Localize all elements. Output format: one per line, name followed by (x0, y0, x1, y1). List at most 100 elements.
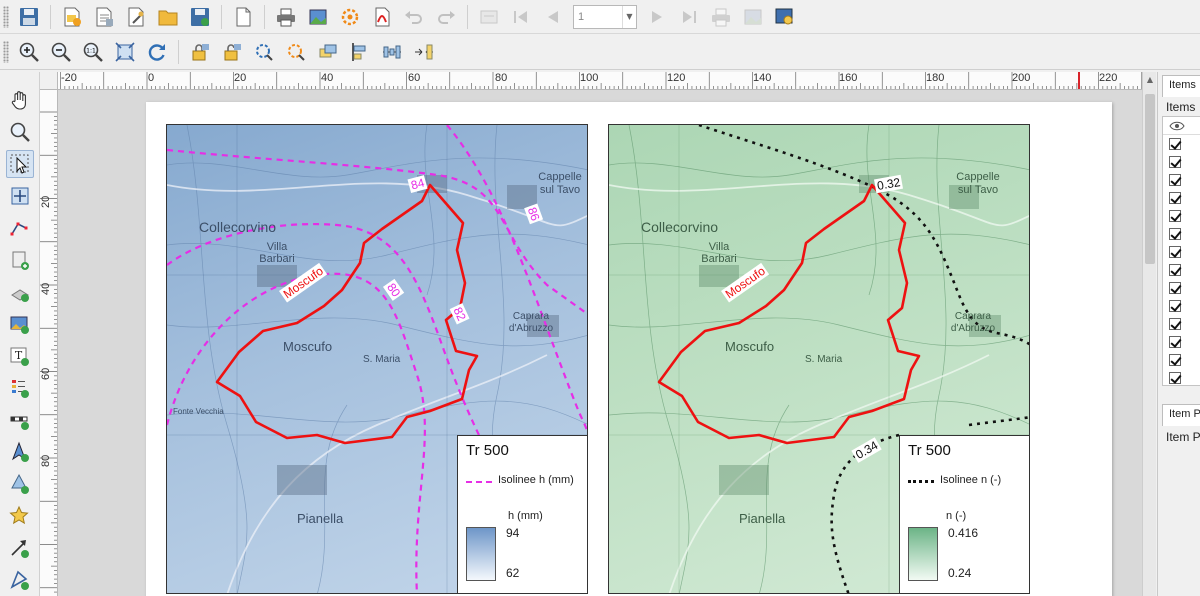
add-marker-tool-button[interactable] (6, 502, 34, 530)
visibility-checkbox[interactable] (1169, 138, 1181, 150)
map-item-rainfall[interactable]: Collecorvino Villa Barbari Moscufo S. Ma… (166, 124, 588, 594)
print-button[interactable] (272, 3, 300, 31)
export-pdf-button[interactable] (368, 3, 396, 31)
visibility-checkbox[interactable] (1169, 372, 1181, 384)
horizontal-ruler[interactable]: -20 0 20 40 60 80 100 120 140 160 180 20… (58, 72, 1142, 90)
visibility-checkbox[interactable] (1169, 210, 1181, 222)
list-item[interactable] (1163, 189, 1200, 207)
items-list[interactable] (1162, 116, 1200, 386)
ungroup-items-button[interactable] (282, 38, 310, 66)
atlas-preview-button[interactable] (475, 3, 503, 31)
visibility-checkbox[interactable] (1169, 246, 1181, 258)
duplicate-composer-button[interactable] (90, 3, 118, 31)
legend-exponent[interactable]: Tr 500 Isolinee n (-) n (-) 0.416 0.24 (899, 435, 1029, 593)
composer-manager-button[interactable] (122, 3, 150, 31)
visibility-checkbox[interactable] (1169, 354, 1181, 366)
atlas-settings-button[interactable] (771, 3, 799, 31)
add-north-arrow-tool-button[interactable] (6, 438, 34, 466)
layout-page[interactable]: Collecorvino Villa Barbari Moscufo S. Ma… (146, 102, 1112, 596)
zoom-tool-button[interactable] (6, 118, 34, 146)
add-polygon-tool-button[interactable] (6, 566, 34, 594)
add-label-tool-button[interactable]: T (6, 342, 34, 370)
list-item[interactable] (1163, 351, 1200, 369)
new-composer-button[interactable] (58, 3, 86, 31)
add-picture-tool-button[interactable] (6, 310, 34, 338)
pan-tool-button[interactable] (6, 86, 34, 114)
atlas-export-button[interactable] (739, 3, 767, 31)
list-item[interactable] (1163, 207, 1200, 225)
add-arrow-tool-button[interactable] (6, 534, 34, 562)
toolbar-grip[interactable] (3, 40, 9, 63)
export-image-button[interactable] (304, 3, 332, 31)
zoom-actual-button[interactable]: 1:1 (79, 38, 107, 66)
select-move-tool-button[interactable] (6, 150, 34, 178)
save-template-button[interactable] (186, 3, 214, 31)
visibility-checkbox[interactable] (1169, 174, 1181, 186)
add-3d-map-tool-button[interactable] (6, 278, 34, 306)
legend-color-ramp (908, 527, 938, 581)
zoom-full-button[interactable] (111, 38, 139, 66)
list-item[interactable] (1163, 315, 1200, 333)
scroll-up-icon[interactable]: ▲ (1143, 72, 1157, 86)
distribute-items-button[interactable] (378, 38, 406, 66)
visibility-checkbox[interactable] (1169, 192, 1181, 204)
atlas-previous-button[interactable] (539, 3, 567, 31)
undo-button[interactable] (400, 3, 428, 31)
atlas-page-spinbox[interactable]: 1 ▼ (573, 4, 637, 29)
vertical-ruler[interactable]: 20 40 60 80 (40, 90, 58, 596)
list-item[interactable] (1163, 333, 1200, 351)
legend-rainfall[interactable]: Tr 500 Isolinee h (mm) h (mm) 94 62 (457, 435, 587, 593)
visibility-checkbox[interactable] (1169, 282, 1181, 294)
move-content-tool-button[interactable] (6, 182, 34, 210)
zoom-in-button[interactable] (15, 38, 43, 66)
resize-items-button[interactable] (410, 38, 438, 66)
edit-nodes-tool-button[interactable] (6, 214, 34, 242)
map-item-exponent[interactable]: Collecorvino Villa Barbari Moscufo S. Ma… (608, 124, 1030, 594)
ruler-label: 80 (495, 72, 508, 84)
zoom-out-button[interactable] (47, 38, 75, 66)
tab-items[interactable]: Items (1162, 75, 1200, 97)
toolbar-grip[interactable] (3, 5, 9, 28)
redo-button[interactable] (432, 3, 460, 31)
add-map-tool-button[interactable] (6, 246, 34, 274)
list-item[interactable] (1163, 225, 1200, 243)
chevron-down-icon[interactable]: ▼ (622, 5, 636, 28)
atlas-print-button[interactable] (707, 3, 735, 31)
list-item[interactable] (1163, 171, 1200, 189)
ruler-cursor-marker (1078, 72, 1080, 89)
visibility-checkbox[interactable] (1169, 318, 1181, 330)
group-items-button[interactable] (250, 38, 278, 66)
visibility-checkbox[interactable] (1169, 156, 1181, 168)
atlas-first-button[interactable] (507, 3, 535, 31)
scrollbar-thumb[interactable] (1145, 94, 1155, 264)
list-item[interactable] (1163, 243, 1200, 261)
add-shape-tool-button[interactable] (6, 470, 34, 498)
list-item[interactable] (1163, 261, 1200, 279)
refresh-view-button[interactable] (143, 38, 171, 66)
export-svg-button[interactable] (336, 3, 364, 31)
tab-item-properties[interactable]: Item P (1162, 404, 1200, 426)
canvas-vertical-scrollbar[interactable]: ▲ (1142, 72, 1156, 596)
visibility-checkbox[interactable] (1169, 336, 1181, 348)
visibility-checkbox[interactable] (1169, 300, 1181, 312)
new-report-button[interactable] (229, 3, 257, 31)
visibility-checkbox[interactable] (1169, 264, 1181, 276)
atlas-last-button[interactable] (675, 3, 703, 31)
align-items-button[interactable] (346, 38, 374, 66)
load-template-button[interactable] (154, 3, 182, 31)
raise-items-button[interactable] (314, 38, 342, 66)
visibility-checkbox[interactable] (1169, 228, 1181, 240)
add-scalebar-tool-button[interactable] (6, 406, 34, 434)
list-item[interactable] (1163, 153, 1200, 171)
list-item[interactable] (1163, 369, 1200, 387)
atlas-next-button[interactable] (643, 3, 671, 31)
list-item[interactable] (1163, 297, 1200, 315)
refresh-icon (148, 43, 165, 61)
list-item[interactable] (1163, 279, 1200, 297)
list-item[interactable] (1163, 135, 1200, 153)
add-legend-tool-button[interactable] (6, 374, 34, 402)
layout-canvas[interactable]: Collecorvino Villa Barbari Moscufo S. Ma… (58, 90, 1142, 596)
save-project-button[interactable] (15, 3, 43, 31)
lock-items-button[interactable] (186, 38, 214, 66)
unlock-items-button[interactable] (218, 38, 246, 66)
